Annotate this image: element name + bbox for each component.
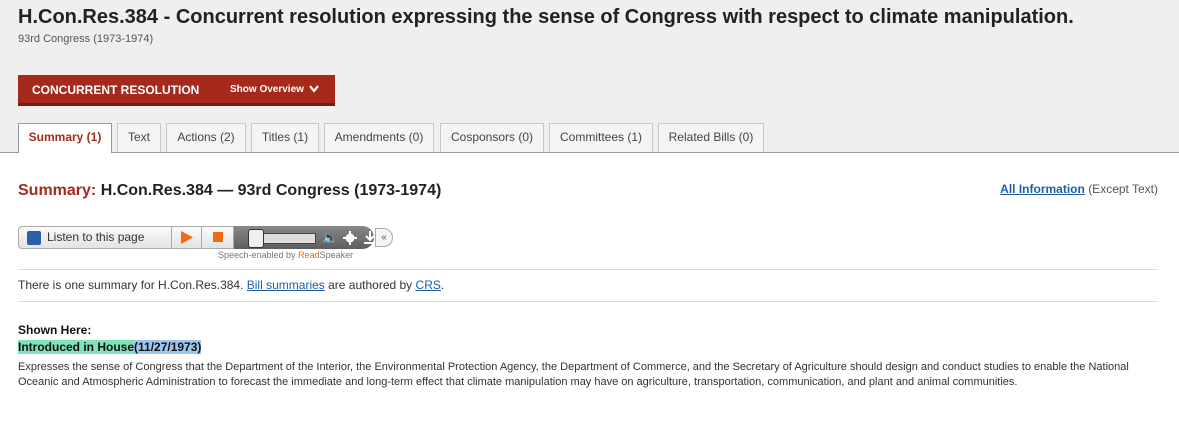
readspeaker-credit-prefix: Speech-enabled by	[218, 250, 296, 260]
chevron-down-icon	[308, 85, 319, 94]
tab-actions[interactable]: Actions (2)	[166, 123, 246, 152]
summary-description: Expresses the sense of Congress that the…	[18, 361, 1129, 388]
play-button[interactable]	[172, 226, 202, 249]
shown-here-label: Shown Here:	[18, 323, 92, 337]
all-information-area: All Information (Except Text)	[1000, 182, 1158, 196]
readspeaker-player: Listen to this page 🔈 «	[18, 226, 393, 251]
tab-summary[interactable]: Summary (1)	[18, 123, 112, 153]
show-overview-button[interactable]: Show Overview	[230, 84, 319, 95]
summary-heading: Summary: H.Con.Res.384 — 93rd Congress (…	[18, 182, 441, 200]
play-icon	[181, 231, 193, 244]
introduced-action: Introduced in House	[18, 340, 135, 354]
summary-count-note: There is one summary for H.Con.Res.384. …	[18, 278, 444, 292]
progress-slider-handle[interactable]	[248, 229, 264, 248]
divider-top	[18, 269, 1158, 270]
tab-text[interactable]: Text	[117, 123, 161, 152]
introduced-status: Introduced in House(11/27/1973)	[18, 340, 202, 354]
volume-icon[interactable]: 🔈	[322, 230, 338, 246]
tab-related-bills[interactable]: Related Bills (0)	[658, 123, 764, 152]
gear-icon[interactable]	[343, 231, 357, 245]
page-header: H.Con.Res.384 - Concurrent resolution ex…	[0, 0, 1179, 153]
progress-slider[interactable]	[258, 233, 316, 244]
tab-committees[interactable]: Committees (1)	[549, 123, 653, 152]
show-overview-label: Show Overview	[230, 84, 304, 95]
tab-cosponsors[interactable]: Cosponsors (0)	[440, 123, 544, 152]
player-controls-bar: 🔈	[234, 226, 376, 249]
congress-subtitle: 93rd Congress (1973-1974)	[18, 33, 154, 45]
speaker-icon	[27, 231, 41, 245]
readspeaker-brand-read: Read	[298, 250, 320, 260]
summary-count-suffix: .	[440, 278, 445, 292]
stop-icon	[213, 232, 223, 242]
introduced-date: (11/27/1973)	[134, 340, 202, 354]
summary-heading-label: Summary:	[18, 182, 97, 199]
listen-button[interactable]: Listen to this page	[18, 226, 172, 249]
legislation-type-bar: CONCURRENT RESOLUTION Show Overview	[18, 75, 335, 106]
summary-count-prefix: There is one summary for H.Con.Res.384.	[18, 278, 244, 292]
readspeaker-credit: Speech-enabled by ReadSpeaker	[218, 250, 353, 260]
double-chevron-left-icon: «	[381, 232, 387, 243]
page-title: H.Con.Res.384 - Concurrent resolution ex…	[18, 6, 1074, 28]
tab-amendments[interactable]: Amendments (0)	[324, 123, 434, 152]
stop-button[interactable]	[202, 226, 234, 249]
summary-heading-text: H.Con.Res.384 — 93rd Congress (1973-1974…	[100, 182, 442, 199]
collapse-player-button[interactable]: «	[375, 228, 393, 247]
legislation-type-label: CONCURRENT RESOLUTION	[32, 83, 200, 97]
all-information-note: (Except Text)	[1088, 182, 1158, 196]
listen-label: Listen to this page	[47, 230, 145, 244]
divider-bottom	[18, 301, 1158, 302]
tab-titles[interactable]: Titles (1)	[251, 123, 319, 152]
all-information-link[interactable]: All Information	[1000, 182, 1085, 196]
summary-count-middle: are authored by	[328, 278, 413, 292]
crs-link[interactable]: CRS	[416, 278, 441, 292]
readspeaker-brand-speaker: Speaker	[319, 250, 354, 260]
bill-summaries-link[interactable]: Bill summaries	[247, 278, 325, 292]
